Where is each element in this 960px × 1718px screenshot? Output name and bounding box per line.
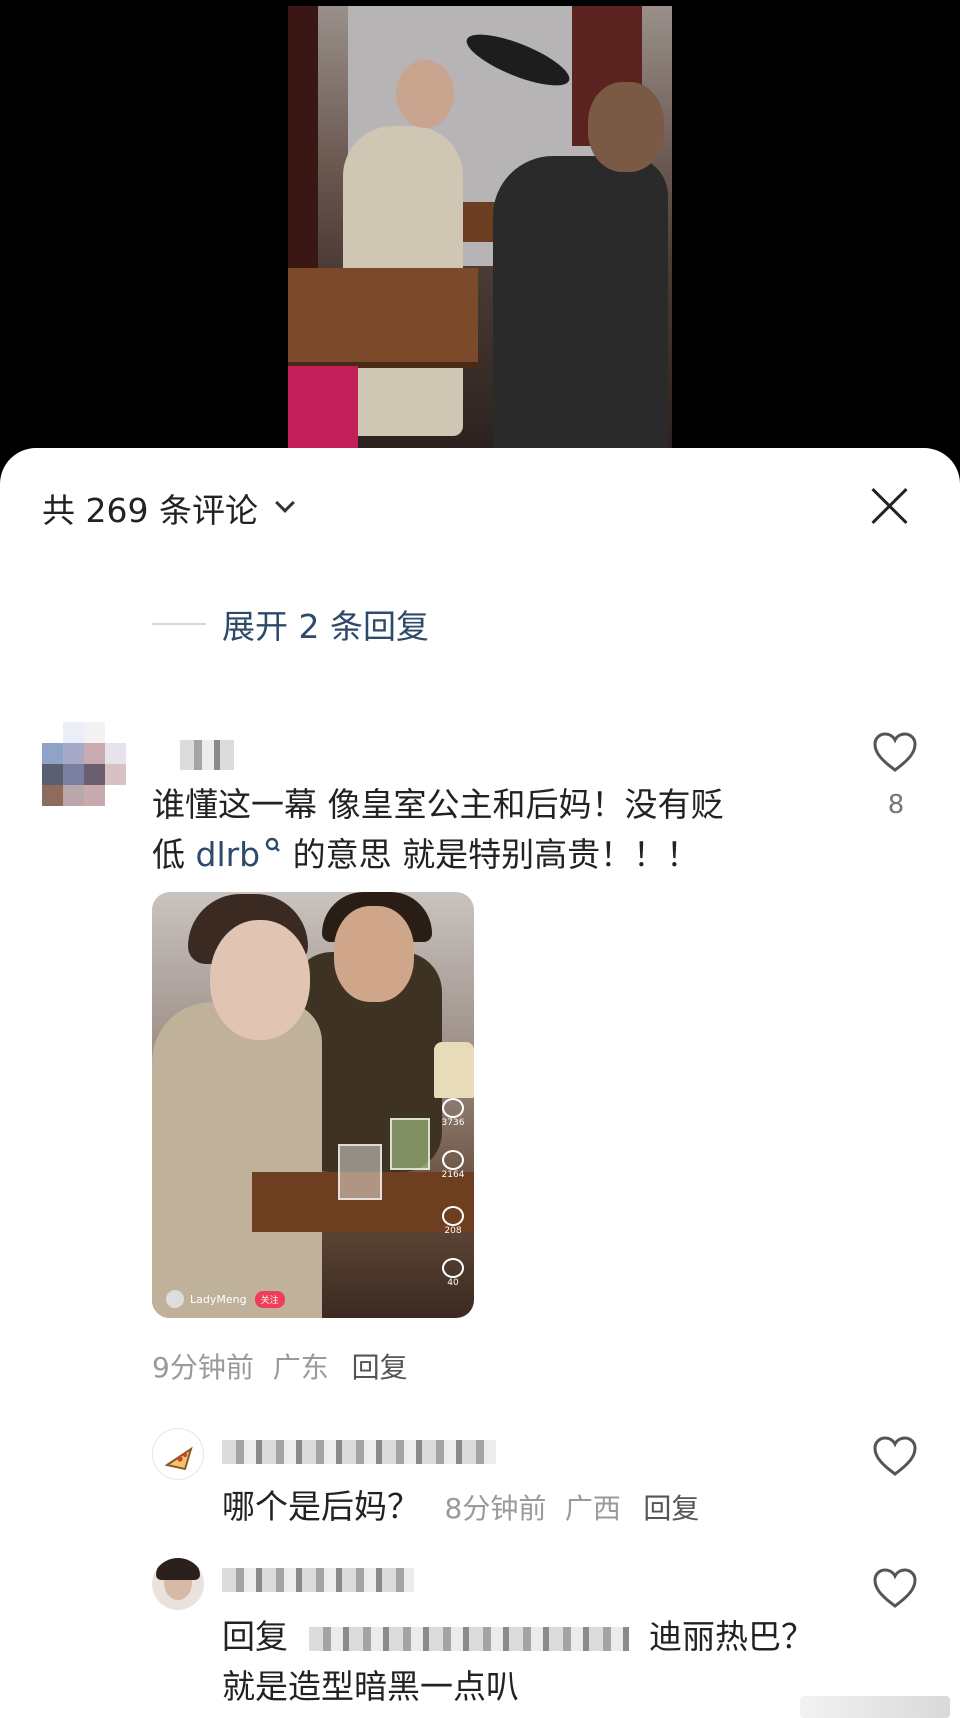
embed-glass [338, 1144, 382, 1200]
comment-text-prefix: 低 [152, 835, 196, 874]
reply-avatar[interactable] [152, 1558, 204, 1610]
screen: 共 269 条评论 展开 2 条回复 谁懂这一幕 像皇室公主和后妈！没有贬 低 … [0, 0, 960, 1718]
video-person-right [493, 156, 668, 450]
comment-text-suffix: 的意思 就是特别高贵！！！ [282, 835, 700, 874]
reply-line-2: 就是造型暗黑一点叭 [222, 1667, 519, 1706]
watermark-bar [800, 1696, 950, 1718]
username-redacted[interactable] [308, 1626, 629, 1651]
embed-avatar [166, 1290, 184, 1308]
reply-button[interactable]: 回复 [643, 1492, 699, 1525]
embed-star-stat: 208 [438, 1206, 468, 1236]
embed-like-stat: 3736 [438, 1098, 468, 1128]
reply-mention-suffix: 迪丽热巴？ [649, 1617, 814, 1656]
embed-comment-stat: 2164 [438, 1150, 468, 1180]
like-heart-icon[interactable] [872, 1568, 918, 1610]
like-heart-icon[interactable] [872, 732, 918, 774]
comment-count-header[interactable]: 共 269 条评论 [42, 484, 295, 532]
comment-meta: 9分钟前 广东 回复 [152, 1346, 408, 1386]
embed-lamp [434, 1042, 474, 1098]
chevron-down-icon [275, 493, 295, 513]
share-icon [442, 1258, 464, 1278]
expand-replies-button[interactable]: 展开 2 条回复 [152, 600, 429, 648]
comment-line-2: 低 dlrb 的意思 就是特别高贵！！！ [152, 830, 802, 880]
comment-icon [442, 1150, 464, 1170]
reply-location: 广西 [564, 1492, 621, 1525]
embed-stat-stars: 208 [444, 1226, 462, 1236]
username-redacted[interactable] [180, 740, 234, 770]
mention-text: dlrb [195, 835, 261, 874]
close-icon[interactable] [870, 486, 910, 526]
embed-stat-comments: 2164 [441, 1170, 465, 1180]
embed-glass-2 [390, 1118, 430, 1170]
embed-follow-badge: 关注 [254, 1290, 285, 1308]
reply-body: 哪个是后妈？ 8分钟前 广西 回复 [222, 1482, 699, 1534]
username-redacted[interactable] [222, 1440, 496, 1464]
mention-link[interactable]: dlrb [196, 835, 283, 874]
video-table-front [288, 268, 478, 368]
embed-user: LadyMeng 关注 [166, 1290, 285, 1308]
embed-stat-shares: 40 [447, 1278, 459, 1288]
comment-body: 谁懂这一幕 像皇室公主和后妈！没有贬 低 dlrb 的意思 就是特别高贵！！！ [152, 780, 802, 880]
username-redacted[interactable] [222, 1568, 414, 1592]
star-icon [442, 1206, 464, 1226]
video-pink-dress [288, 366, 358, 450]
embed-stat-likes: 3736 [441, 1118, 465, 1128]
like-count: 8 [887, 790, 905, 820]
search-icon [265, 837, 280, 852]
embed-person-right-face [334, 906, 414, 1002]
comment-image[interactable]: 3736 2164 208 40 LadyMeng 关注 [152, 892, 474, 1318]
like-heart-icon[interactable] [872, 1436, 918, 1478]
comment-count-title: 共 269 条评论 [42, 491, 258, 530]
reply-button[interactable]: 回复 [352, 1351, 408, 1384]
embed-username: LadyMeng [190, 1292, 247, 1306]
video-player[interactable] [288, 6, 672, 450]
reply-text: 哪个是后妈？ [222, 1487, 420, 1526]
reply-prefix: 回复 [222, 1617, 288, 1656]
avatar[interactable] [42, 722, 126, 806]
reply-time: 8分钟前 [444, 1492, 547, 1525]
comment-location: 广东 [272, 1351, 329, 1384]
reply-body: 回复 迪丽热巴？ 就是造型暗黑一点叭 [222, 1612, 822, 1712]
embed-share-stat: 40 [438, 1258, 468, 1288]
pizza-icon [164, 1446, 193, 1471]
heart-icon [442, 1098, 464, 1118]
reply-line-1: 回复 迪丽热巴？ [222, 1612, 822, 1662]
embed-person-left-face [210, 920, 310, 1040]
thread-line [152, 623, 206, 625]
video-person-right-head [588, 82, 664, 172]
reply-avatar[interactable] [152, 1428, 204, 1480]
expand-replies-label: 展开 2 条回复 [222, 607, 429, 646]
embed-person-left [152, 1002, 322, 1318]
comment-time: 9分钟前 [152, 1351, 254, 1384]
comment-line-1: 谁懂这一幕 像皇室公主和后妈！没有贬 [152, 785, 724, 824]
video-person-left-head [396, 60, 454, 128]
